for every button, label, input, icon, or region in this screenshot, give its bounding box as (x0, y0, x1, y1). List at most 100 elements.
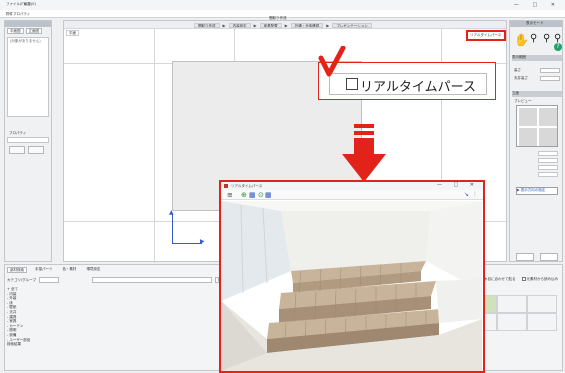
right-wall (426, 201, 482, 291)
realtime-pass-label: リアルタイムパース (360, 80, 476, 95)
left-button-2[interactable] (28, 146, 44, 154)
elevation-field[interactable] (538, 165, 558, 170)
menu-edit[interactable]: 編集(E) (24, 2, 36, 6)
settings-icon[interactable]: ⋮ (472, 191, 478, 199)
step-floorplan[interactable]: 間取り作成 (194, 23, 220, 28)
property-label: 物件プロパティ (6, 12, 31, 16)
elevation-field[interactable] (538, 172, 558, 177)
tab-colors-materials[interactable]: 色・素材 (60, 267, 78, 273)
tab-plan-view[interactable]: 平面図 (7, 28, 24, 34)
right-panel: 表示モード ✋ ⚲ ⚲ ⚲ ? 表示範囲 高さ 天井高さ 立面 プレビュー ▶ … (509, 20, 563, 262)
height-field[interactable] (540, 67, 560, 73)
right-button-1[interactable] (516, 253, 534, 261)
ceiling-field[interactable] (540, 75, 560, 81)
thumbnail-cell[interactable] (497, 295, 527, 313)
category-select[interactable] (38, 277, 59, 283)
walk-icon[interactable]: ↘ (464, 191, 469, 199)
menu-file[interactable]: ファイル(F) (6, 2, 25, 6)
workflow-toolbar: 間取り作成 間取り作成 ▶ 内装設定 ▶ 家具配置 ▶ 外構・全体確認 ▶ プレ… (64, 16, 506, 29)
realtime-pass-checkbox[interactable] (346, 78, 358, 90)
left-button-1[interactable] (9, 146, 25, 154)
y-axis-line (172, 214, 173, 244)
tree-item[interactable]: 検索結果 (7, 342, 77, 347)
parts-tabs: 部材検索 手描パーツ 色・素材 環境設定 (7, 267, 102, 273)
hamburger-menu-icon[interactable]: ≡ (227, 191, 233, 199)
realtime-pass-toggle-small[interactable]: リアルタイムパース (466, 30, 506, 41)
step-presentation[interactable]: プレゼンテーション (332, 23, 372, 28)
view-direction-button[interactable]: ▶ 表示方向の指定 (516, 187, 558, 195)
y-axis-arrow-icon: ▲ (169, 209, 174, 216)
tab-handdrawn-parts[interactable]: 手描パーツ (33, 267, 54, 273)
back-wall (281, 211, 431, 271)
tab-plan[interactable]: 平面 (66, 30, 79, 36)
parts-options: 木目に合わせて貼る 元素材から読み込み (479, 277, 558, 281)
category-label: カテゴリ/グループ (7, 278, 36, 282)
camera-save-icon[interactable]: ⊕ (241, 191, 247, 199)
tab-environment[interactable]: 環境設定 (84, 267, 102, 273)
section-display-range: 表示範囲 (512, 55, 562, 61)
x-axis-arrow-icon: ▶ (200, 238, 205, 245)
elevation-field[interactable] (538, 158, 558, 163)
preview-quadrant (539, 128, 557, 146)
realtime-window-controls[interactable]: — □ ✕ (437, 182, 479, 188)
step-exterior[interactable]: 外構・全体確認 (290, 23, 324, 28)
object-list[interactable]: (対象がありません) (7, 37, 49, 117)
step-arrow-icon: ▶ (222, 23, 226, 28)
step-arrow-icon: ▶ (326, 23, 330, 28)
realtime-pass-checkbox-row[interactable]: リアルタイムパース (329, 73, 487, 95)
list-empty-text: (対象がありません) (10, 39, 41, 43)
zoom-icon[interactable]: ⊙ (258, 191, 264, 199)
parts-search-input[interactable] (91, 277, 212, 283)
tab-elevation-view[interactable]: 立面図 (25, 28, 42, 34)
pin-tool-icon[interactable]: ⚲ (543, 33, 550, 45)
elevation-field[interactable] (538, 151, 558, 156)
grid-line (154, 29, 155, 263)
realtime-toolbar: ≡ ⊕ ▦ ⊙ ▦ ↘ ⋮ (221, 190, 483, 200)
preview-quadrant (519, 128, 537, 146)
step-arrow-icon: ▶ (253, 23, 257, 28)
pin-tool-icon[interactable]: ⚲ (530, 33, 537, 45)
grid-icon[interactable]: ▦ (265, 191, 272, 199)
help-icon[interactable]: ? (554, 43, 562, 51)
section-elevation: 立面 (512, 91, 562, 97)
section-display-range-label: 表示範囲 (512, 55, 526, 59)
right-button-2[interactable] (540, 253, 558, 261)
right-bottom-buttons (516, 253, 558, 261)
left-panel: 平面図 立面図 (対象がありません) プロパティ (4, 20, 52, 262)
thumbnail-cell[interactable] (527, 295, 557, 313)
workflow-steps: 間取り作成 ▶ 内装設定 ▶ 家具配置 ▶ 外構・全体確認 ▶ プレゼンテーショ… (194, 23, 372, 28)
option-source-label: 元素材から読み込み (526, 277, 559, 281)
step-furniture[interactable]: 家具配置 (259, 23, 282, 28)
section-elevation-label: 立面 (512, 91, 519, 95)
image-icon[interactable]: ▦ (249, 191, 256, 199)
realtime-pass-window: リアルタイムパース — □ ✕ ≡ ⊕ ▦ ⊙ ▦ ↘ ⋮ (219, 180, 485, 373)
elevation-fields (514, 151, 560, 183)
step-interior[interactable]: 内装設定 (228, 23, 251, 28)
workflow-title: 間取り作成 (269, 16, 287, 20)
hand-tool-icon[interactable]: ✋ (514, 34, 529, 46)
tab-parts-search[interactable]: 部材検索 (7, 267, 27, 273)
height-label: 高さ (514, 68, 521, 72)
preview-label: プレビュー (514, 99, 532, 103)
left-glass-wall (221, 201, 291, 301)
title-bar: ファイル(F) 編集(E) — □ ✕ (0, 0, 565, 10)
checkmark-icon (318, 46, 346, 77)
preview-quadrant (519, 108, 537, 126)
realtime-3d-view[interactable] (221, 201, 482, 371)
property-heading: プロパティ (9, 131, 27, 135)
thumbnail-cell[interactable] (527, 313, 557, 331)
elevation-preview[interactable] (516, 105, 558, 147)
ceiling-label: 天井高さ (514, 76, 528, 80)
display-mode-title: 表示モード (526, 21, 544, 25)
thumbnail-cell[interactable] (497, 313, 527, 331)
app-window: ファイル(F) 編集(E) — □ ✕ 物件プロパティ 平面図 立面図 (対象が… (0, 0, 565, 373)
parts-filter-row: カテゴリ/グループ 検索 (7, 277, 228, 283)
realtime-pass-toggle-small-label: リアルタイムパース (470, 33, 502, 37)
realtime-pass-titlebar: リアルタイムパース — □ ✕ (221, 182, 483, 190)
option-source-checkbox[interactable] (521, 277, 526, 281)
window-controls[interactable]: — □ ✕ (514, 2, 561, 8)
left-tabs: 平面図 立面図 (5, 27, 51, 35)
option-source[interactable]: 元素材から読み込み (521, 277, 559, 281)
category-tree: + 全て - 内装 - 外装 - 床 - 壁紙 - 天井 - 建具 - 家具 -… (7, 287, 77, 347)
preview-quadrant (539, 108, 557, 126)
